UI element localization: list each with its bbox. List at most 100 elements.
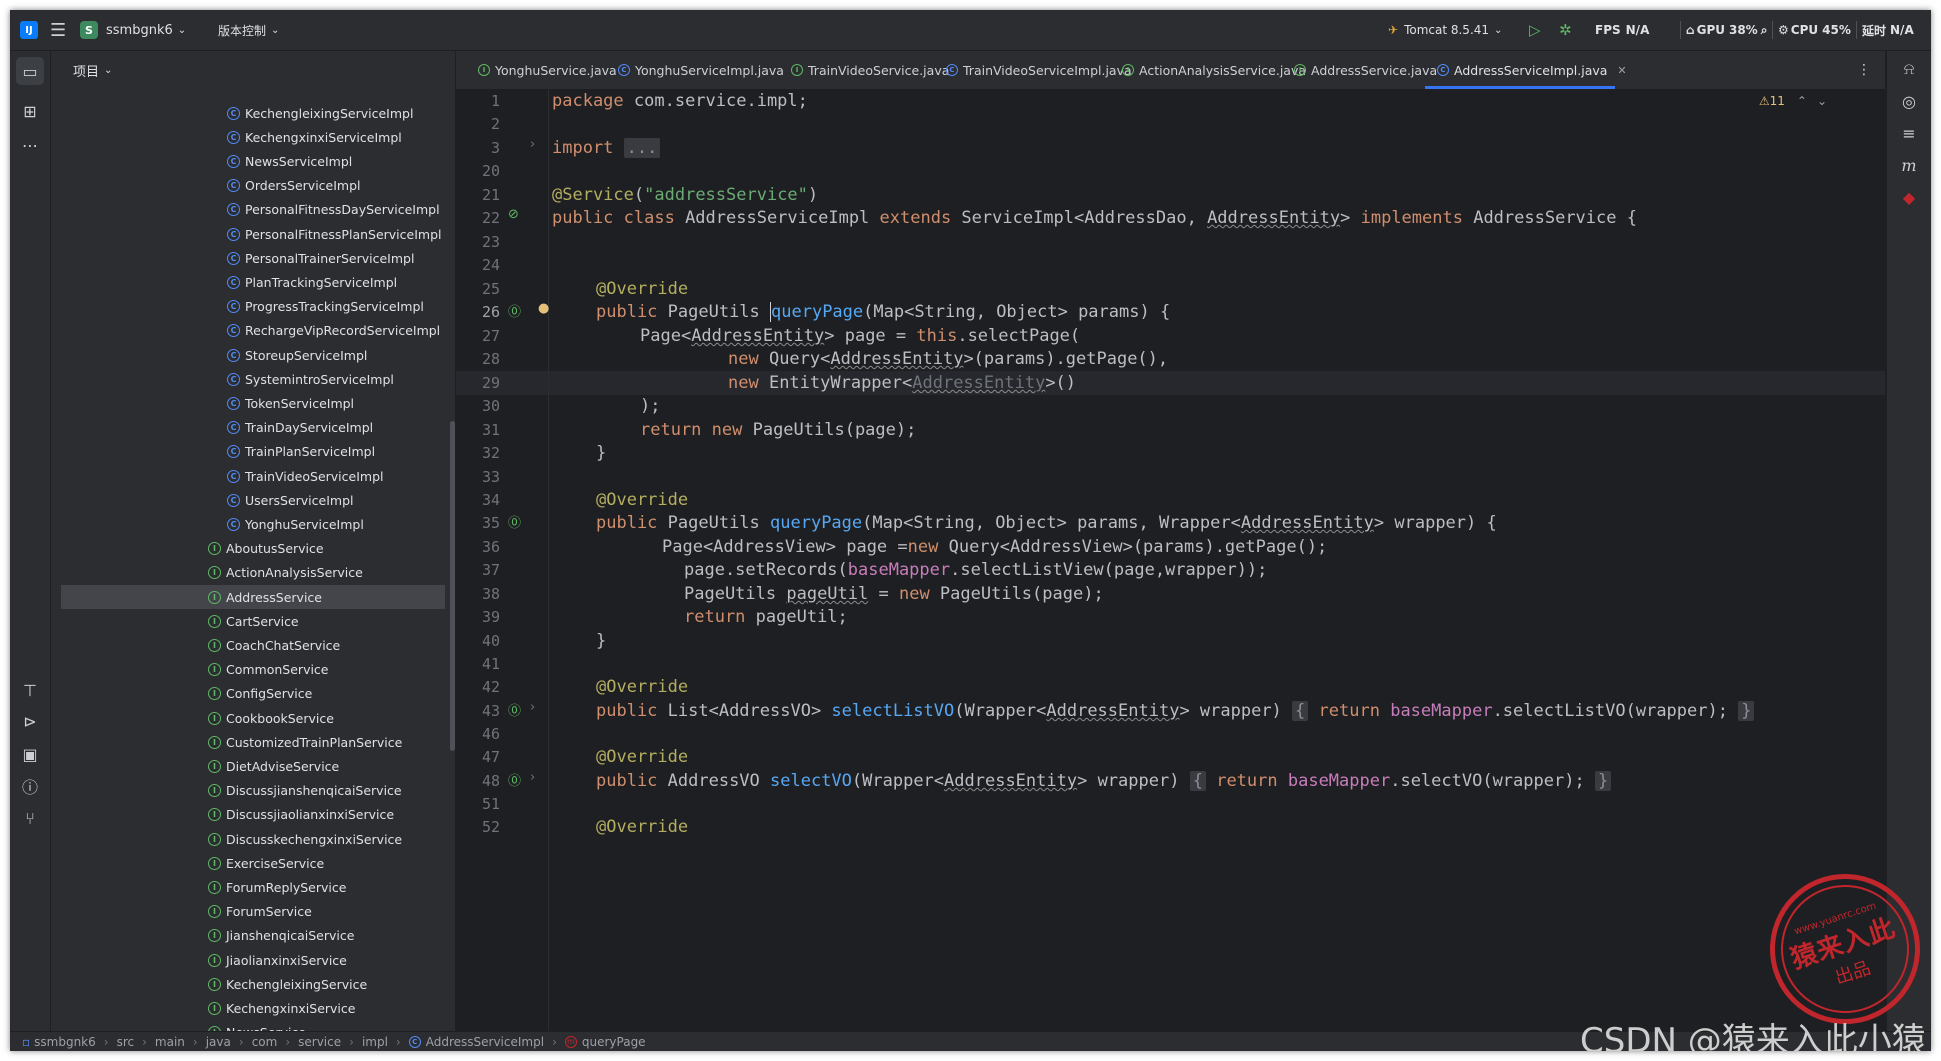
debug-icon[interactable]: ✲ — [1559, 21, 1572, 39]
tree-item-configservice[interactable]: I ConfigService — [61, 682, 445, 706]
tree-item-addressservice[interactable]: I AddressService — [61, 585, 445, 609]
tab-actionanalysisservice-java[interactable]: I ActionAnalysisService.java — [1122, 51, 1306, 89]
line-number[interactable]: 26 — [456, 301, 500, 323]
tree-item-jiaolianxinxiservice[interactable]: I JiaolianxinxiService — [61, 948, 445, 972]
breadcrumb-item[interactable]: ssmbgnk6 — [34, 1035, 96, 1049]
line-number[interactable]: 27 — [456, 325, 500, 347]
tree-item-traindayserviceimpl[interactable]: C TrainDayServiceImpl — [51, 416, 455, 440]
gear-icon[interactable]: ⚙ — [1778, 23, 1789, 37]
tree-item-dietadviseservice[interactable]: I DietAdviseService — [61, 754, 445, 778]
run-config-selector[interactable]: ✈ Tomcat 8.5.41 ⌄ — [1388, 10, 1502, 50]
tab-yonghuservice-java[interactable]: I YonghuService.java — [478, 51, 617, 89]
tree-item-aboutusservice[interactable]: I AboutusService — [61, 537, 445, 561]
tree-item-discussjianshenqicaiservice[interactable]: I DiscussjianshenqicaiService — [61, 779, 445, 803]
line-number[interactable]: 31 — [456, 419, 500, 441]
breadcrumb-item[interactable]: java — [206, 1035, 231, 1049]
tree-item-customizedtrainplanservice[interactable]: I CustomizedTrainPlanService — [61, 730, 445, 754]
tree-item-storeupserviceimpl[interactable]: C StoreupServiceImpl — [51, 343, 455, 367]
build-icon[interactable]: ⊤ — [16, 676, 44, 704]
chevron-right-icon[interactable]: › — [530, 700, 535, 715]
tree-item-kechengleixingserviceimpl[interactable]: C KechengleixingServiceImpl — [51, 101, 455, 125]
tab-addressserviceimpl-java[interactable]: C AddressServiceImpl.java ✕ — [1437, 51, 1627, 89]
main-menu-icon[interactable]: ☰ — [50, 20, 66, 41]
line-number[interactable]: 43 — [456, 700, 500, 722]
line-number[interactable]: 39 — [456, 606, 500, 628]
tree-item-ordersserviceimpl[interactable]: C OrdersServiceImpl — [51, 174, 455, 198]
tree-item-plantrackingserviceimpl[interactable]: C PlanTrackingServiceImpl — [51, 270, 455, 294]
structure-icon[interactable]: ⊞ — [16, 97, 44, 125]
line-number[interactable]: 28 — [456, 348, 500, 370]
tab-addressservice-java[interactable]: I AddressService.java — [1294, 51, 1437, 89]
chevron-right-icon[interactable]: › — [530, 770, 535, 785]
tree-item-tokenserviceimpl[interactable]: C TokenServiceImpl — [51, 391, 455, 415]
line-number[interactable]: 42 — [456, 676, 500, 698]
line-number[interactable]: 24 — [456, 254, 500, 276]
tree-item-actionanalysisservice[interactable]: I ActionAnalysisService — [61, 561, 445, 585]
folded-imports[interactable]: ... — [623, 138, 661, 158]
line-number[interactable]: 41 — [456, 653, 500, 675]
folder-icon[interactable]: ▭ — [16, 57, 44, 85]
tree-item-kechengxinxiservice[interactable]: I KechengxinxiService — [61, 996, 445, 1020]
breadcrumb-item[interactable]: AddressServiceImpl — [426, 1035, 544, 1049]
line-number[interactable]: 51 — [456, 793, 500, 815]
tree-item-cartservice[interactable]: I CartService — [61, 609, 445, 633]
tree-item-personalfitnessplanserviceimpl[interactable]: C PersonalFitnessPlanServiceImpl — [51, 222, 455, 246]
line-number[interactable]: 35 — [456, 512, 500, 534]
line-number[interactable]: 20 — [456, 160, 500, 182]
line-number[interactable]: 52 — [456, 816, 500, 838]
breadcrumb-item[interactable]: main — [155, 1035, 185, 1049]
tree-item-newsserviceimpl[interactable]: C NewsServiceImpl — [51, 149, 455, 173]
database-icon[interactable]: ≡ — [1895, 119, 1923, 147]
line-number[interactable]: 21 — [456, 184, 500, 206]
line-number[interactable]: 36 — [456, 536, 500, 558]
vcs-menu[interactable]: 版本控制 ⌄ — [218, 10, 279, 50]
lightbulb-icon[interactable]: ● — [538, 301, 549, 316]
line-number[interactable]: 37 — [456, 559, 500, 581]
line-number[interactable]: 40 — [456, 630, 500, 652]
line-number[interactable]: 32 — [456, 442, 500, 464]
tree-item-coachchatservice[interactable]: I CoachChatService — [61, 633, 445, 657]
breadcrumb-item[interactable]: service — [298, 1035, 341, 1049]
bean-icon[interactable]: ⊘ — [508, 207, 519, 222]
project-switcher[interactable]: S ssmbgnk6 ⌄ — [80, 10, 186, 50]
services-icon[interactable]: ⊳ — [16, 707, 44, 735]
line-number[interactable]: 25 — [456, 278, 500, 300]
line-number[interactable]: 47 — [456, 746, 500, 768]
ai-assistant-icon[interactable]: ◎ — [1895, 87, 1923, 115]
implements-icon[interactable]: ⓪ — [508, 770, 521, 789]
git-icon[interactable]: ⑂ — [16, 804, 44, 832]
tree-item-yonghuserviceimpl[interactable]: C YonghuServiceImpl — [51, 512, 455, 536]
implements-icon[interactable]: ⓪ — [508, 301, 521, 320]
tree-item-discusskechengxinxiservice[interactable]: I DiscusskechengxinxiService — [61, 827, 445, 851]
tree-item-trainplanserviceimpl[interactable]: C TrainPlanServiceImpl — [51, 440, 455, 464]
line-number[interactable]: 23 — [456, 231, 500, 253]
chevron-down-icon[interactable]: ⌄ — [1817, 94, 1827, 108]
line-number[interactable]: 33 — [456, 466, 500, 488]
tree-item-kechengleixingservice[interactable]: I KechengleixingService — [61, 972, 445, 996]
more-icon[interactable]: ⋯ — [16, 131, 44, 159]
tree-item-systemintroserviceimpl[interactable]: C SystemintroServiceImpl — [51, 367, 455, 391]
maven-icon[interactable]: m — [1895, 151, 1923, 179]
tree-item-trainvideoserviceimpl[interactable]: C TrainVideoServiceImpl — [51, 464, 455, 488]
tree-item-exerciseservice[interactable]: I ExerciseService — [61, 851, 445, 875]
project-panel-header[interactable]: 项目 ⌄ — [51, 51, 455, 89]
tree-item-commonservice[interactable]: I CommonService — [61, 658, 445, 682]
plugin-icon[interactable]: ◆ — [1895, 183, 1923, 211]
tree-item-discussjiaolianxinxiservice[interactable]: I DiscussjiaolianxinxiService — [61, 803, 445, 827]
breadcrumb-item[interactable]: com — [252, 1035, 278, 1049]
implements-icon[interactable]: ⓪ — [508, 700, 521, 719]
tabs-menu-icon[interactable]: ⋮ — [1857, 51, 1871, 89]
tree-item-kechengxinxiserviceimpl[interactable]: C KechengxinxiServiceImpl — [51, 125, 455, 149]
chevron-up-icon[interactable]: ⌃ — [1797, 94, 1807, 108]
line-number[interactable]: 30 — [456, 395, 500, 417]
tree-item-personalfitnessdayserviceimpl[interactable]: C PersonalFitnessDayServiceImpl — [51, 198, 455, 222]
tree-item-jianshenqicaiservice[interactable]: I JianshenqicaiService — [61, 924, 445, 948]
terminal-icon[interactable]: ▣ — [16, 740, 44, 768]
tree-item-rechargeviprecordserviceimpl[interactable]: C RechargeVipRecordServiceImpl — [51, 319, 455, 343]
breadcrumb-item[interactable]: impl — [362, 1035, 388, 1049]
run-icon[interactable]: ▷ — [1529, 21, 1541, 39]
line-number[interactable]: 2 — [456, 113, 500, 135]
tree-item-forumservice[interactable]: I ForumService — [61, 900, 445, 924]
tab-trainvideoservice-java[interactable]: I TrainVideoService.java — [791, 51, 949, 89]
line-number[interactable]: 1 — [456, 90, 500, 112]
